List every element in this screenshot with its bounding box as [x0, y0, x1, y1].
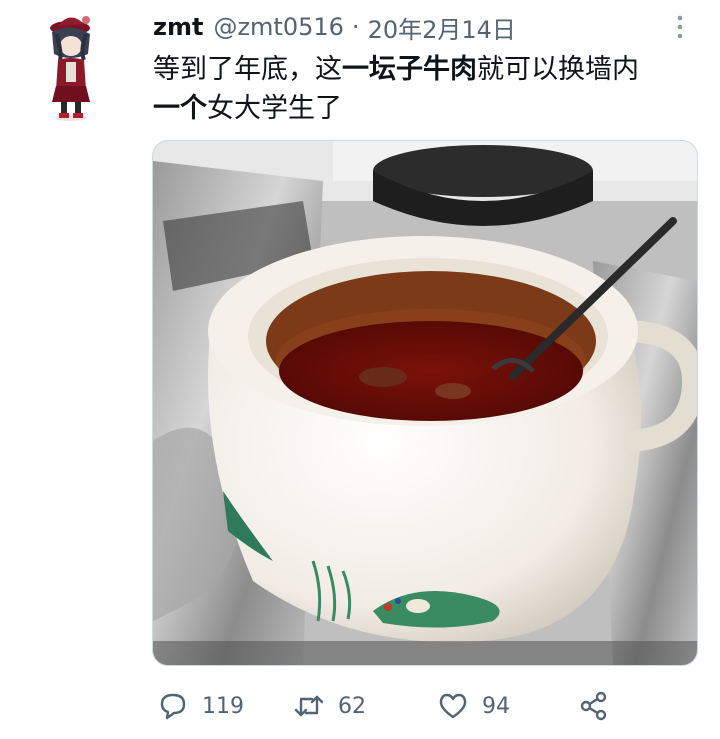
separator-dot: · — [351, 13, 360, 41]
retweet-icon — [294, 695, 324, 717]
avatar-image — [50, 16, 90, 121]
tweet-text-bold: 一个 — [153, 93, 207, 124]
retweet-button[interactable]: 62 — [292, 689, 366, 723]
tweet-photo[interactable] — [152, 140, 698, 666]
tweet-text-part: 就可以换墙内 — [477, 54, 639, 85]
retweet-count: 62 — [338, 693, 366, 719]
tweet-text-part: 女大学生了 — [207, 93, 342, 124]
tweet-header: zmt @zmt0516 · 20年2月14日 — [153, 10, 516, 44]
user-handle[interactable]: @zmt0516 — [213, 13, 343, 41]
tweet-date[interactable]: 20年2月14日 — [368, 10, 516, 45]
clay-pot-photo — [153, 141, 697, 665]
display-name[interactable]: zmt — [153, 13, 203, 41]
more-vertical-icon — [677, 15, 683, 39]
tweet-text-bold: 一坛子牛肉 — [342, 54, 477, 85]
more-options-button[interactable] — [668, 12, 692, 42]
share-icon — [580, 691, 607, 721]
reply-count: 119 — [202, 693, 244, 719]
reply-icon — [160, 693, 186, 720]
tweet-text: 等到了年底，这一坛子牛肉就可以换墙内一个女大学生了 — [153, 50, 713, 128]
avatar[interactable] — [40, 10, 102, 122]
heart-icon — [439, 693, 467, 719]
tweet-actions: 119 62 94 — [152, 686, 712, 726]
tweet-text-part: 等到了年底，这 — [153, 54, 342, 85]
share-button[interactable] — [577, 689, 623, 723]
reply-button[interactable]: 119 — [156, 689, 244, 723]
like-count: 94 — [482, 693, 510, 719]
like-button[interactable]: 94 — [436, 689, 510, 723]
